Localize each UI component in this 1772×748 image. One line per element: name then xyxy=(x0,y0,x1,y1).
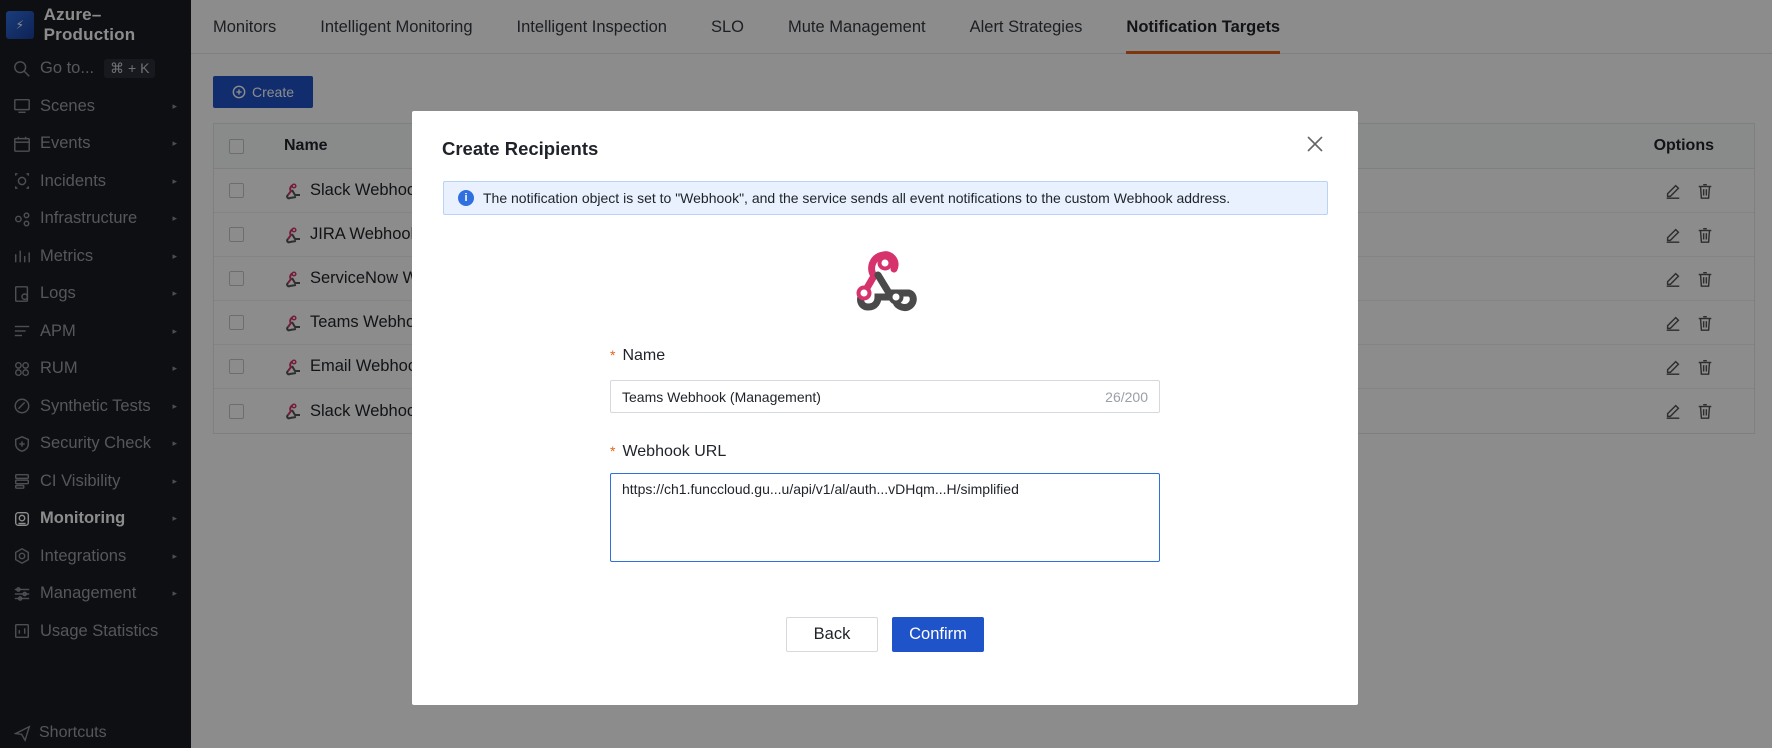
name-input[interactable]: Teams Webhook (Management) 26/200 xyxy=(610,380,1160,413)
create-recipients-modal: Create Recipients i The notification obj… xyxy=(412,111,1358,705)
name-input-value: Teams Webhook (Management) xyxy=(622,388,821,405)
required-marker: * xyxy=(610,443,616,459)
name-field-label: * Name xyxy=(610,347,665,365)
webhook-logo-icon xyxy=(856,251,917,311)
url-field-label: * Webhook URL xyxy=(610,443,726,461)
info-icon: i xyxy=(458,190,474,206)
required-marker: * xyxy=(610,347,616,363)
name-char-counter: 26/200 xyxy=(1105,388,1148,405)
modal-title: Create Recipients xyxy=(442,138,599,159)
url-label-text: Webhook URL xyxy=(622,443,727,460)
info-text: The notification object is set to "Webho… xyxy=(483,190,1231,206)
close-icon xyxy=(1307,136,1323,152)
webhook-url-value: https://ch1.funccloud.gu...u/api/v1/al/a… xyxy=(622,481,1019,497)
name-label-text: Name xyxy=(622,347,666,364)
back-button[interactable]: Back xyxy=(786,617,878,652)
info-banner: i The notification object is set to "Web… xyxy=(443,181,1328,215)
close-button[interactable] xyxy=(1306,135,1324,153)
webhook-url-textarea[interactable]: https://ch1.funccloud.gu...u/api/v1/al/a… xyxy=(610,473,1160,562)
confirm-button[interactable]: Confirm xyxy=(892,617,984,652)
